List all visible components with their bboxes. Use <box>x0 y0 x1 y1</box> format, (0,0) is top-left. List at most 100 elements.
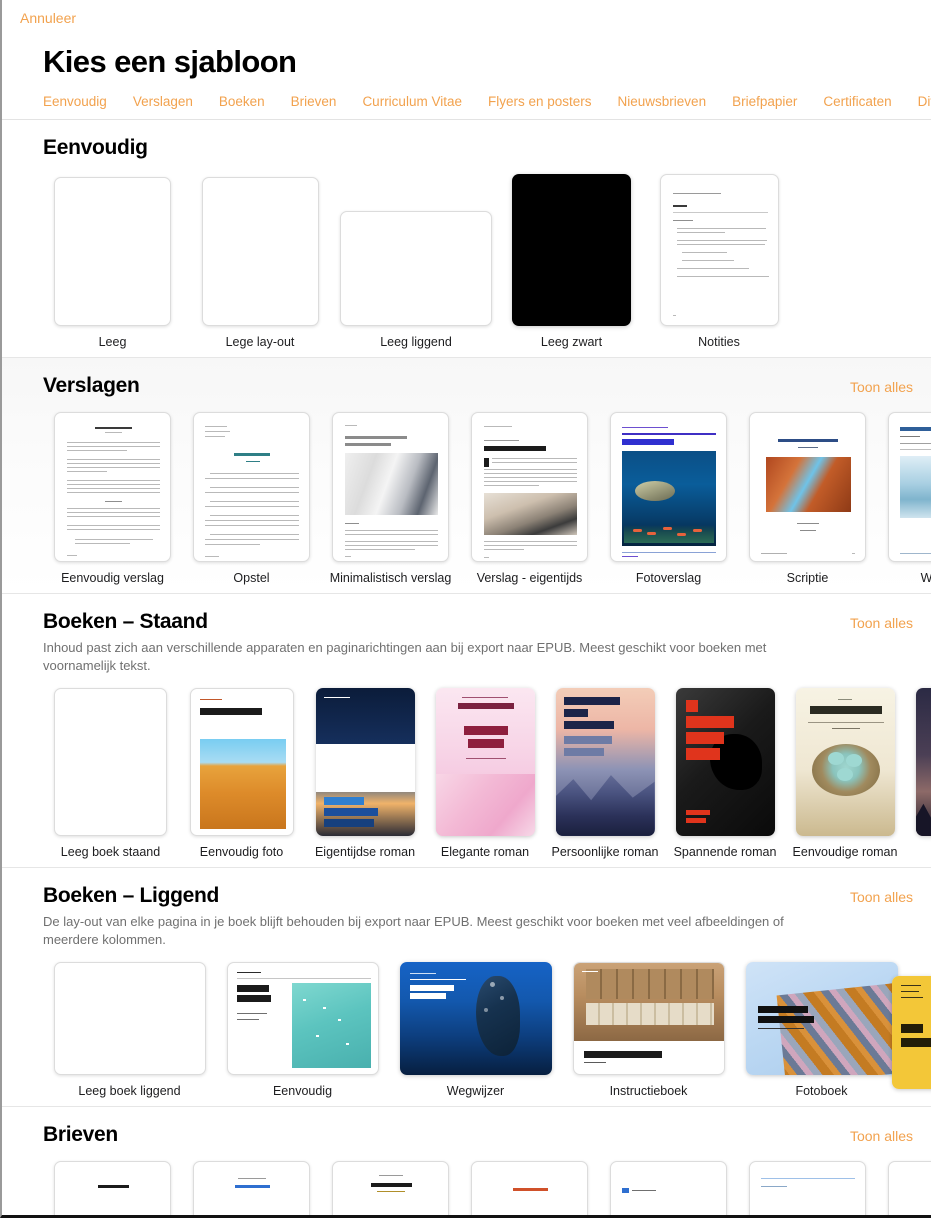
tab-curriculum-vitae[interactable]: Curriculum Vitae <box>362 94 462 109</box>
thumbnail-preview <box>399 961 552 1075</box>
template-thumbnail[interactable] <box>189 687 294 836</box>
tab-eenvoudig[interactable]: Eenvoudig <box>43 94 107 109</box>
tab-diversen[interactable]: Dive <box>918 94 931 109</box>
template-card-instructieboek[interactable]: Instructieboek <box>562 961 735 1098</box>
template-thumbnail[interactable] <box>892 975 931 1089</box>
template-card-opstel[interactable]: Opstel <box>182 412 321 585</box>
template-card-werkstuk[interactable]: Werkstuk <box>877 412 931 585</box>
template-thumbnail[interactable] <box>226 961 379 1075</box>
template-card-leeg-liggend[interactable]: Leeg liggend <box>338 211 494 349</box>
template-caption: Eigentijdse roman <box>314 844 416 859</box>
category-tab-bar[interactable]: Eenvoudig Verslagen Boeken Brieven Curri… <box>2 80 931 120</box>
template-thumbnail[interactable] <box>915 687 931 836</box>
template-card-brief-4[interactable] <box>460 1160 599 1215</box>
template-card-eenvoudig-verslag[interactable]: Eenvoudig verslag <box>43 412 182 585</box>
thumbnail-preview <box>661 175 778 325</box>
template-thumbnail[interactable] <box>54 687 167 836</box>
show-all-button[interactable]: Toon alles <box>850 615 913 631</box>
template-card-minimalistisch-verslag[interactable]: Minimalistisch verslag <box>321 412 460 585</box>
template-card-memoir[interactable]: M <box>905 687 931 859</box>
cancel-button[interactable]: Annuleer <box>20 10 76 26</box>
template-row-eenvoudig[interactable]: Leeg Lege lay-out Leeg liggend Leeg zwar… <box>2 160 931 357</box>
template-thumbnail[interactable] <box>340 211 492 326</box>
page-title: Kies een sjabloon <box>43 44 297 79</box>
template-card-brief-1[interactable] <box>43 1160 182 1215</box>
thumbnail-preview <box>55 1162 170 1215</box>
section-title: Boeken – Staand <box>43 610 208 633</box>
template-thumbnail[interactable] <box>675 687 775 836</box>
template-thumbnail[interactable] <box>399 961 552 1075</box>
template-card-leeg[interactable]: Leeg <box>43 177 182 349</box>
template-card-eenvoudige-roman[interactable]: Eenvoudige roman <box>785 687 905 859</box>
template-thumbnail[interactable] <box>610 412 727 562</box>
template-thumbnail[interactable] <box>471 1160 588 1215</box>
template-row-verslagen[interactable]: Eenvoudig verslag Opstel Minimalistisch … <box>2 398 931 593</box>
template-row-brieven[interactable] <box>2 1147 931 1215</box>
template-card-fotoboek[interactable]: Fotoboek <box>735 961 908 1098</box>
template-thumbnail[interactable] <box>54 1160 171 1215</box>
template-thumbnail[interactable] <box>572 961 725 1075</box>
template-card-scriptie[interactable]: Scriptie <box>738 412 877 585</box>
template-card-brief-5[interactable] <box>599 1160 738 1215</box>
tab-verslagen[interactable]: Verslagen <box>133 94 193 109</box>
template-card-notities[interactable]: Notities <box>649 174 789 349</box>
thumbnail-preview <box>333 1162 448 1215</box>
template-thumbnail[interactable] <box>315 687 415 836</box>
template-thumbnail[interactable] <box>53 961 206 1075</box>
template-card-wegwijzer[interactable]: Wegwijzer <box>389 961 562 1098</box>
template-card-spannende-roman[interactable]: Spannende roman <box>665 687 785 859</box>
template-card-brief-2[interactable] <box>182 1160 321 1215</box>
template-caption: Wegwijzer <box>446 1083 505 1098</box>
tab-flyers-en-posters[interactable]: Flyers en posters <box>488 94 592 109</box>
template-card-recepten[interactable] <box>892 975 931 1098</box>
template-thumbnail[interactable] <box>745 961 898 1075</box>
template-thumbnail[interactable] <box>512 174 631 326</box>
template-card-brief-6[interactable] <box>738 1160 877 1215</box>
template-thumbnail[interactable] <box>888 1160 931 1215</box>
tab-briefpapier[interactable]: Briefpapier <box>732 94 797 109</box>
section-title: Eenvoudig <box>43 136 148 159</box>
template-thumbnail[interactable] <box>54 177 171 326</box>
tab-boeken[interactable]: Boeken <box>219 94 265 109</box>
tab-certificaten[interactable]: Certificaten <box>823 94 891 109</box>
template-caption: Scriptie <box>786 571 829 585</box>
template-thumbnail[interactable] <box>193 1160 310 1215</box>
template-card-brief-7[interactable] <box>877 1160 931 1215</box>
template-card-eenvoudig-foto[interactable]: Eenvoudig foto <box>178 687 305 859</box>
template-card-persoonlijke-roman[interactable]: Persoonlijke roman <box>545 687 665 859</box>
template-thumbnail[interactable] <box>193 412 310 562</box>
tab-nieuwsbrieven[interactable]: Nieuwsbrieven <box>618 94 707 109</box>
template-card-leeg-zwart[interactable]: Leeg zwart <box>494 174 649 349</box>
template-thumbnail[interactable] <box>749 412 866 562</box>
template-row-boeken-staand[interactable]: Leeg boek staand Eenvoudig foto Eigentij… <box>2 676 931 867</box>
show-all-button[interactable]: Toon alles <box>850 379 913 395</box>
template-card-lege-layout[interactable]: Lege lay-out <box>182 177 338 349</box>
template-chooser-window: Annuleer Kies een sjabloon Eenvoudig Ver… <box>0 0 931 1218</box>
template-thumbnail[interactable] <box>555 687 655 836</box>
thumbnail-preview <box>315 687 415 836</box>
template-card-leeg-boek-liggend[interactable]: Leeg boek liggend <box>43 961 216 1098</box>
template-thumbnail[interactable] <box>435 687 535 836</box>
template-card-brief-3[interactable] <box>321 1160 460 1215</box>
template-thumbnail[interactable] <box>610 1160 727 1215</box>
template-thumbnail[interactable] <box>471 412 588 562</box>
section-header-brieven: Brieven Toon alles <box>2 1107 931 1147</box>
template-card-elegante-roman[interactable]: Elegante roman <box>425 687 545 859</box>
template-card-eigentijdse-roman[interactable]: Eigentijdse roman <box>305 687 425 859</box>
template-thumbnail[interactable] <box>659 174 779 326</box>
template-card-leeg-boek-staand[interactable]: Leeg boek staand <box>43 687 178 859</box>
template-card-eenvoudig-liggend[interactable]: Eenvoudig <box>216 961 389 1098</box>
template-thumbnail[interactable] <box>54 412 171 562</box>
template-row-boeken-liggend[interactable]: Leeg boek liggend Eenvoudig Wegwijzer In… <box>2 950 931 1106</box>
template-thumbnail[interactable] <box>201 177 319 326</box>
template-thumbnail[interactable] <box>332 1160 449 1215</box>
template-card-verslag-eigentijds[interactable]: Verslag - eigentijds <box>460 412 599 585</box>
template-thumbnail[interactable] <box>332 412 449 562</box>
show-all-button[interactable]: Toon alles <box>850 889 913 905</box>
template-thumbnail[interactable] <box>795 687 895 836</box>
template-thumbnail[interactable] <box>888 412 931 562</box>
template-card-fotoverslag[interactable]: Fotoverslag <box>599 412 738 585</box>
show-all-button[interactable]: Toon alles <box>850 1128 913 1144</box>
template-thumbnail[interactable] <box>749 1160 866 1215</box>
tab-brieven[interactable]: Brieven <box>291 94 337 109</box>
